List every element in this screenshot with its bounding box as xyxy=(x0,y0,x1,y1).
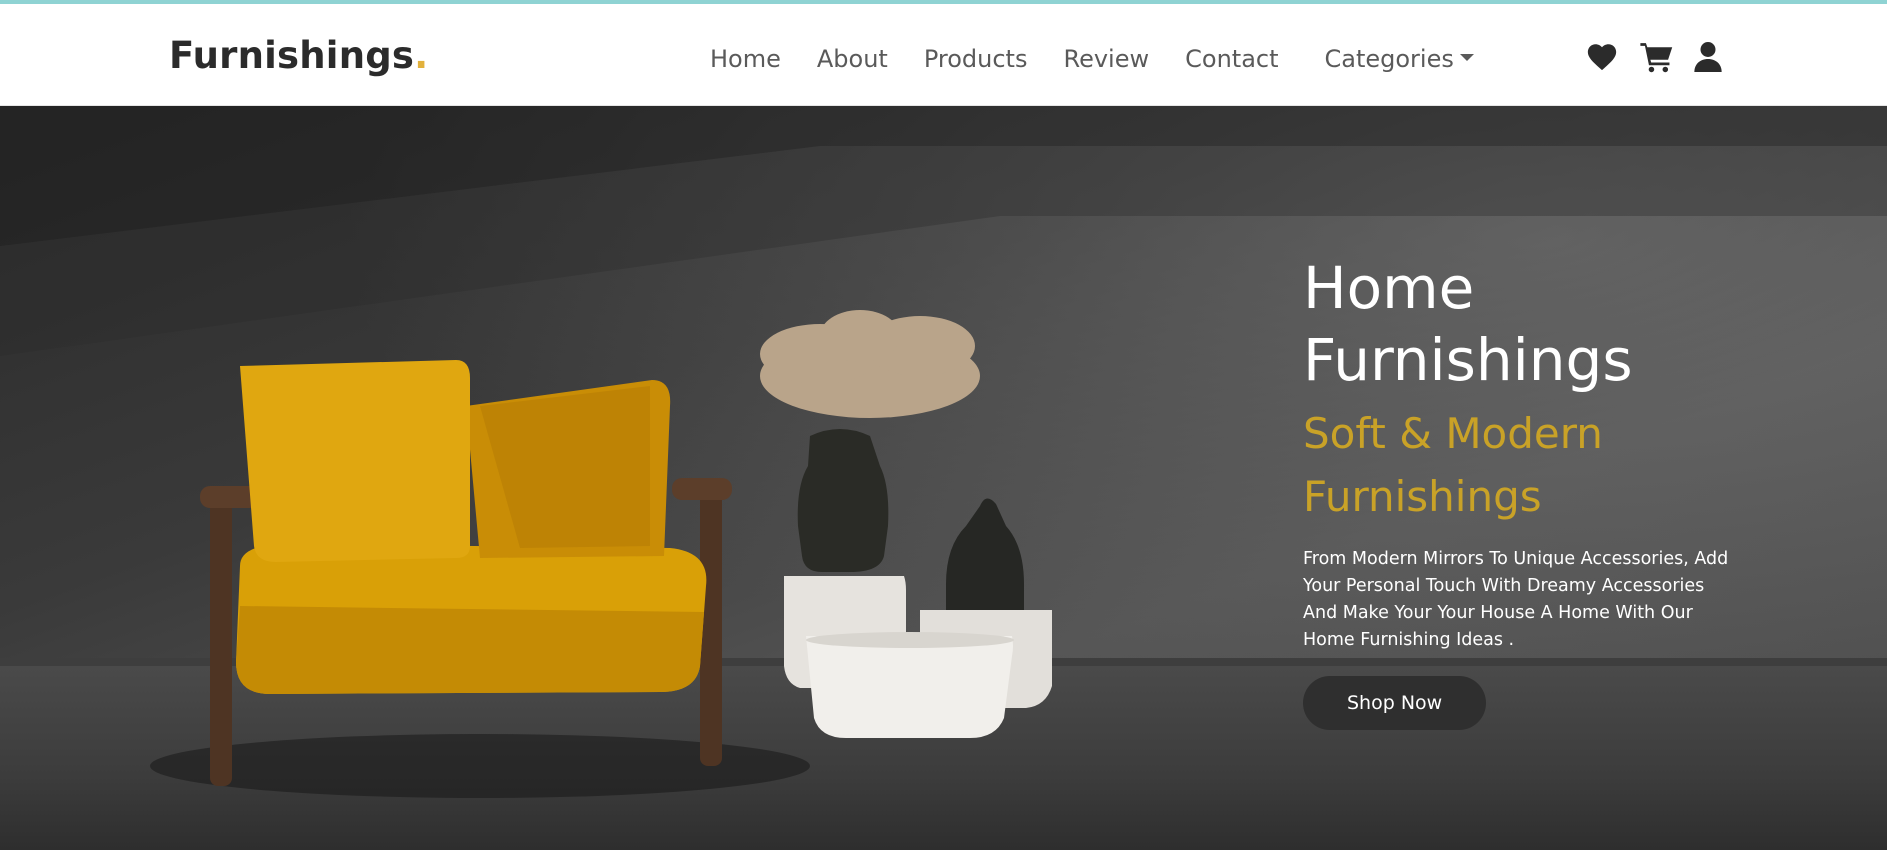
categories-dropdown[interactable]: Categories xyxy=(1325,44,1474,74)
shop-now-button[interactable]: Shop Now xyxy=(1303,676,1487,730)
hero-subtitle: Soft & Modern Furnishings xyxy=(1303,402,1743,528)
brand-logo[interactable]: Furnishings. xyxy=(169,34,428,78)
nav-link-review[interactable]: Review xyxy=(1063,44,1149,74)
navbar: Furnishings. Home About Products Review … xyxy=(0,4,1887,106)
caret-down-icon xyxy=(1459,53,1474,61)
nav-link-contact[interactable]: Contact xyxy=(1185,44,1278,74)
hero-banner: Home Furnishings Soft & Modern Furnishin… xyxy=(0,106,1887,850)
cart-icon[interactable] xyxy=(1639,40,1673,74)
user-icon[interactable] xyxy=(1693,40,1727,74)
hero-content: Home Furnishings Soft & Modern Furnishin… xyxy=(1303,252,1743,730)
hero-subtitle-line2: Furnishings xyxy=(1303,472,1542,521)
hero-subtitle-line1: Soft & Modern xyxy=(1303,409,1603,458)
nav-link-about[interactable]: About xyxy=(817,44,888,74)
hero-title-line1: Home xyxy=(1303,254,1475,322)
hero-description: From Modern Mirrors To Unique Accessorie… xyxy=(1303,549,1729,650)
hero-title: Home Furnishings xyxy=(1303,252,1743,396)
nav-link-home[interactable]: Home xyxy=(710,44,781,74)
brand-name: Furnishings xyxy=(169,34,415,77)
brand-dot: . xyxy=(414,34,429,77)
nav-icons xyxy=(1585,40,1727,74)
heart-icon[interactable] xyxy=(1585,40,1619,74)
hero-title-line2: Furnishings xyxy=(1303,326,1633,394)
nav-link-products[interactable]: Products xyxy=(924,44,1028,74)
categories-dropdown-label: Categories xyxy=(1324,45,1454,73)
main-nav: Home About Products Review Contact Categ… xyxy=(710,44,1510,74)
